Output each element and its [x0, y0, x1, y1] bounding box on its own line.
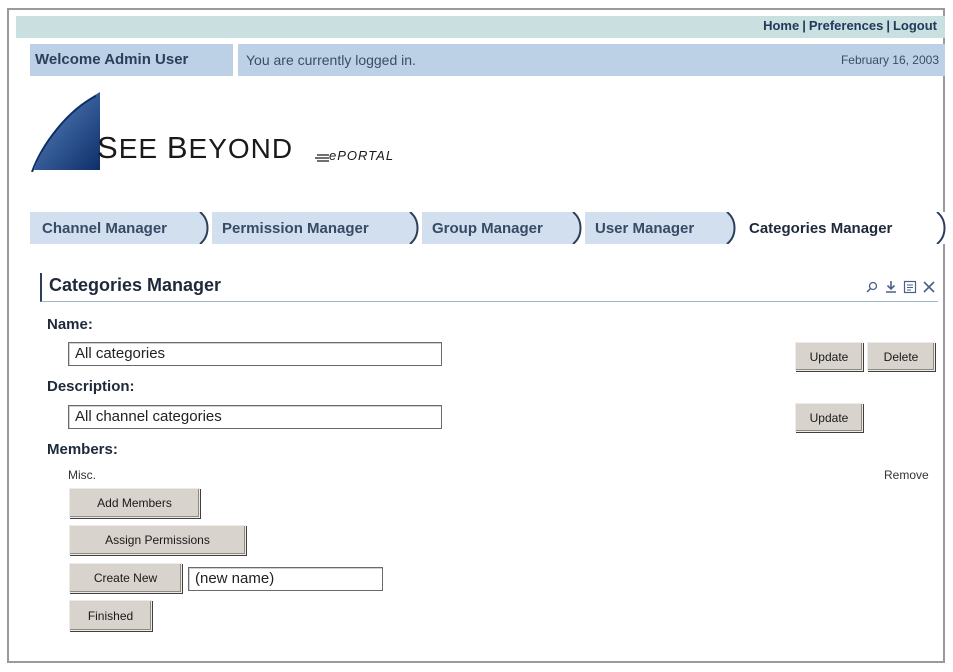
panel-header: Categories Manager	[40, 273, 938, 302]
manager-tabs: Channel Manager Permission Manager Group…	[30, 212, 949, 244]
top-links: Home | Preferences | Logout	[763, 18, 937, 33]
welcome-row: Welcome Admin User You are currently log…	[30, 44, 945, 76]
logout-link[interactable]: Logout	[893, 18, 937, 33]
description-field[interactable]: All channel categories	[68, 405, 442, 429]
logo-brand-text: SEE BEYOND	[97, 130, 294, 165]
link-separator: |	[802, 18, 806, 33]
description-label: Description:	[47, 378, 135, 395]
current-date: February 16, 2003	[840, 53, 939, 67]
tab-categories-manager[interactable]: Categories Manager	[737, 212, 949, 244]
name-update-button[interactable]: Update	[795, 342, 863, 371]
finished-button[interactable]: Finished	[69, 600, 152, 631]
new-name-field[interactable]: (new name)	[188, 567, 383, 591]
remove-link[interactable]: Remove	[884, 468, 929, 482]
login-status: You are currently logged in.	[246, 52, 416, 68]
welcome-text: Welcome Admin User	[35, 51, 189, 68]
top-nav-bar: Home | Preferences | Logout	[16, 16, 945, 38]
member-item: Misc.	[68, 468, 96, 482]
name-field[interactable]: All categories	[68, 342, 442, 366]
tab-group-manager[interactable]: Group Manager	[420, 212, 585, 244]
logo-product: ePORTAL	[329, 148, 395, 163]
welcome-box: Welcome Admin User	[30, 44, 233, 76]
delete-button[interactable]: Delete	[867, 342, 935, 371]
create-new-button[interactable]: Create New	[69, 563, 182, 593]
tab-label: Categories Manager	[749, 219, 893, 237]
tab-user-manager[interactable]: User Manager	[583, 212, 739, 244]
seebeyond-logo: SEE BEYOND ePORTAL	[30, 92, 450, 172]
add-members-button[interactable]: Add Members	[69, 488, 200, 518]
members-label: Members:	[47, 441, 118, 458]
link-separator: |	[886, 18, 890, 33]
logo-arrow-icon	[315, 154, 329, 162]
tab-label: Group Manager	[432, 219, 543, 237]
search-icon[interactable]	[865, 280, 879, 294]
tab-label: User Manager	[595, 219, 695, 237]
download-icon[interactable]	[884, 280, 898, 294]
assign-permissions-button[interactable]: Assign Permissions	[69, 525, 246, 555]
form-icon[interactable]	[903, 280, 917, 294]
preferences-link[interactable]: Preferences	[809, 18, 883, 33]
panel-icons	[865, 280, 936, 294]
tab-curve-icon	[936, 212, 949, 244]
name-label: Name:	[47, 316, 93, 333]
tab-channel-manager[interactable]: Channel Manager	[30, 212, 212, 244]
tab-label: Permission Manager	[222, 219, 369, 237]
status-box: You are currently logged in. February 16…	[238, 44, 945, 76]
page-title: Categories Manager	[49, 275, 222, 295]
logo-swoosh-icon	[31, 92, 100, 172]
home-link[interactable]: Home	[763, 18, 799, 33]
tab-permission-manager[interactable]: Permission Manager	[210, 212, 422, 244]
description-update-button[interactable]: Update	[795, 403, 863, 432]
tab-label: Channel Manager	[42, 219, 168, 237]
close-icon[interactable]	[922, 280, 936, 294]
